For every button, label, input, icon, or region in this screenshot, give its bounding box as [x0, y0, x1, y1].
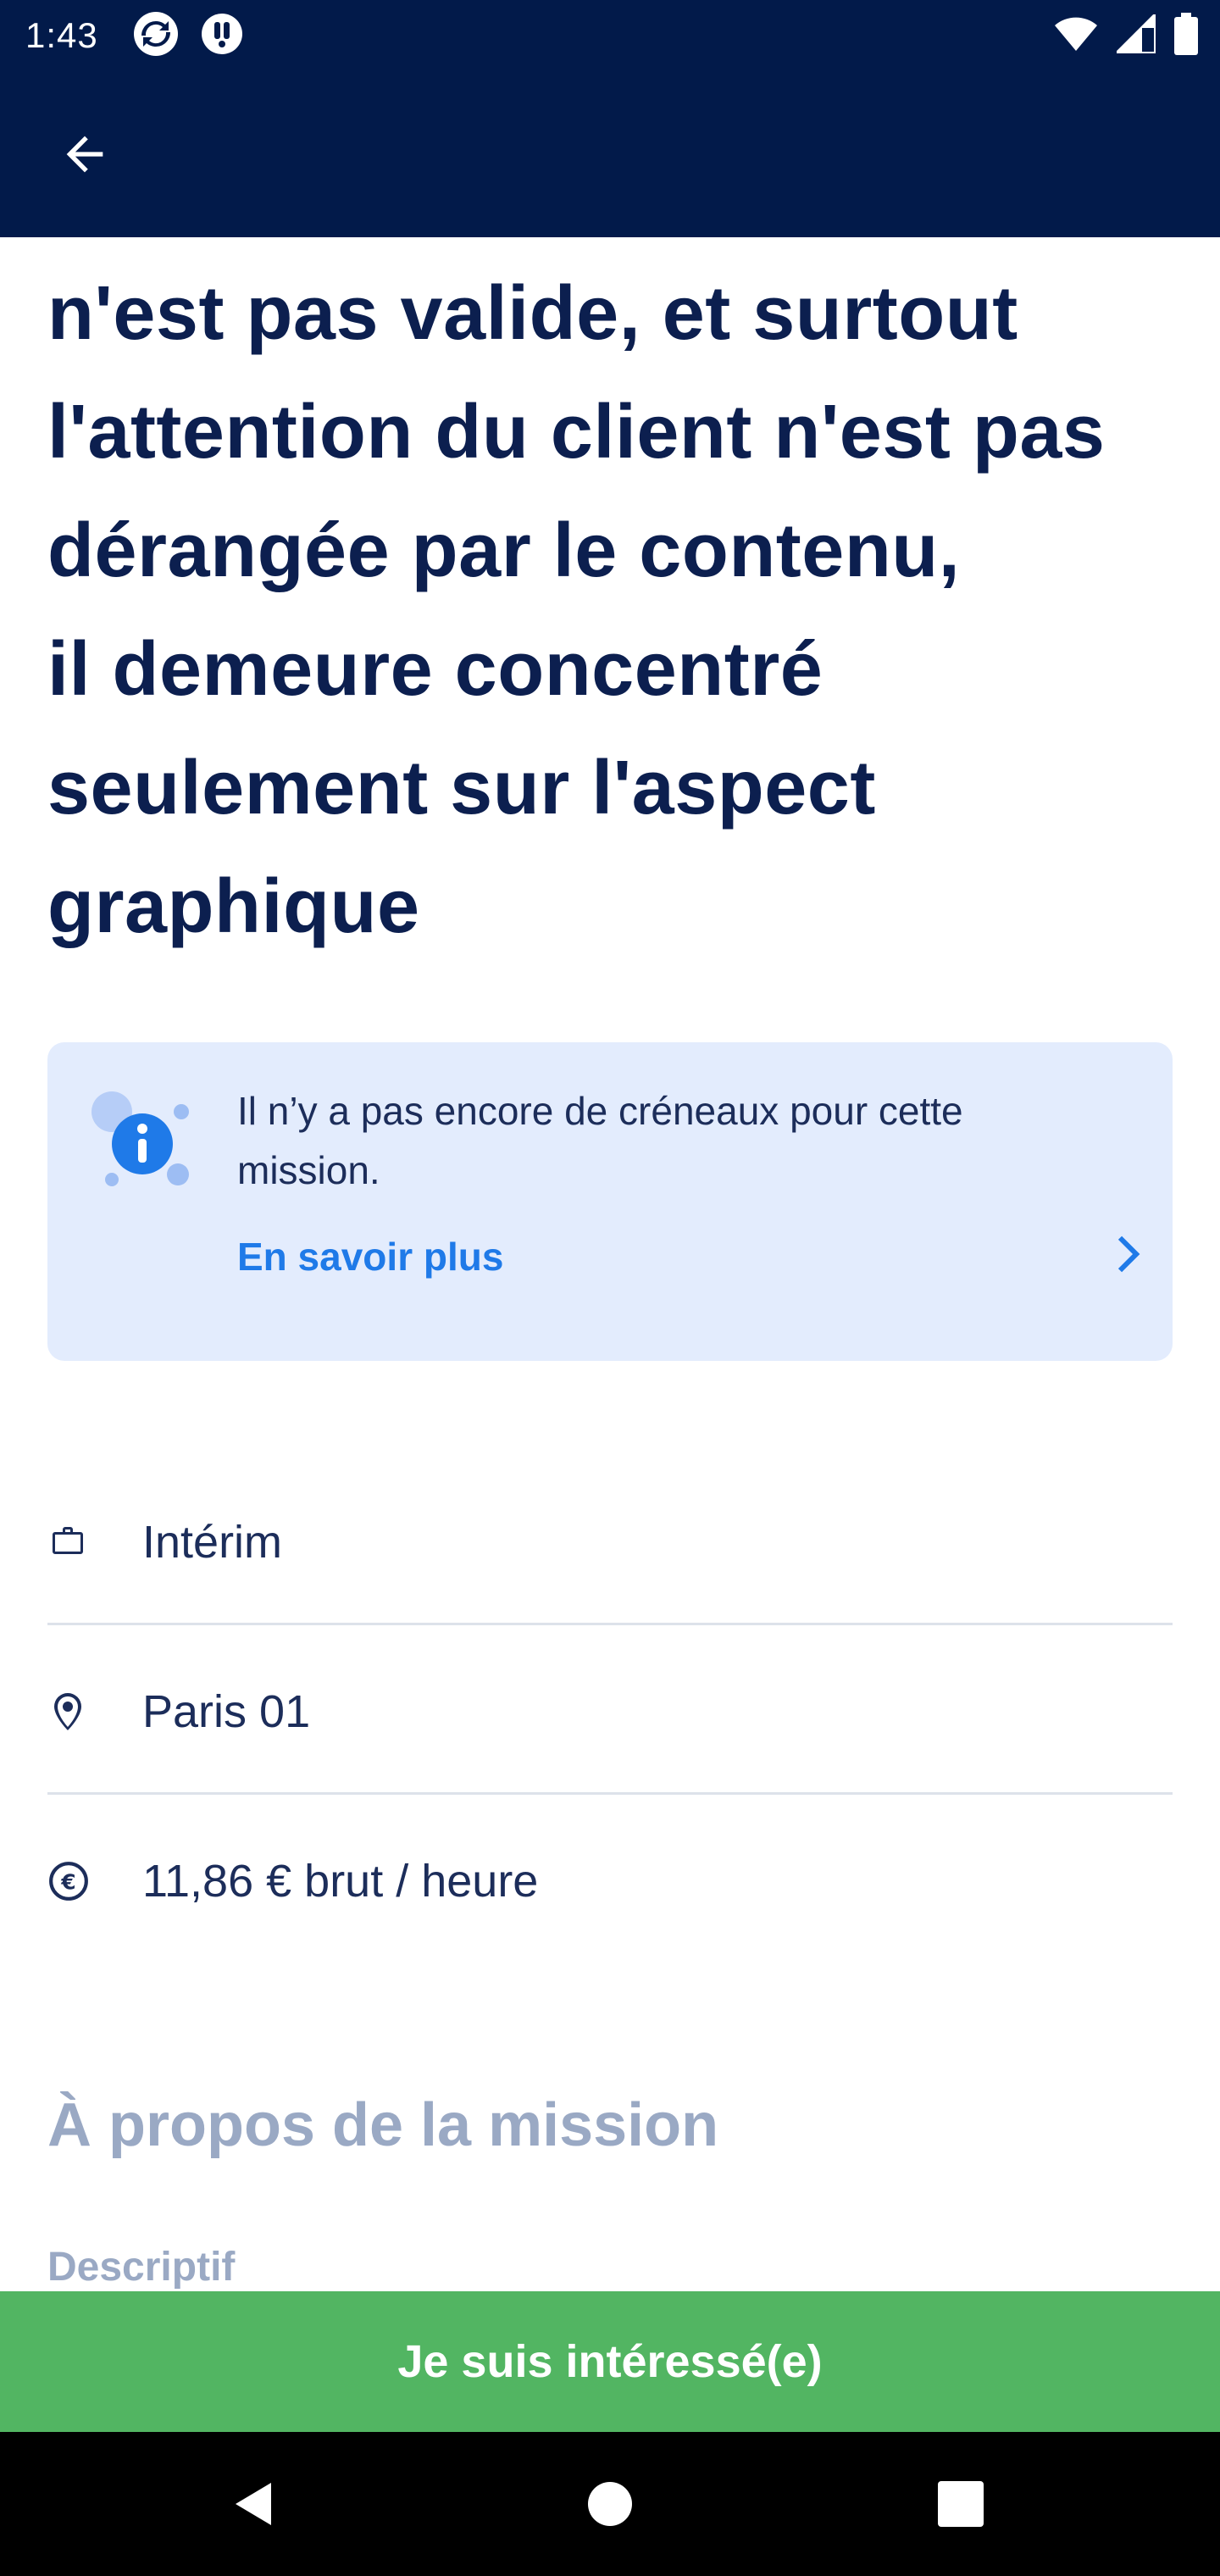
learn-more-link[interactable]: En savoir plus	[237, 1227, 503, 1286]
mission-title-line: il demeure concentré	[47, 627, 824, 712]
nav-home-icon	[588, 2482, 632, 2526]
info-message: Il n’y a pas encore de créneaux pour cet…	[237, 1089, 963, 1192]
wifi-icon	[1054, 15, 1098, 57]
status-bar: 1:43	[0, 0, 1220, 71]
salary-text: 11,86 € brut / heure	[142, 1856, 539, 1907]
mission-title-line: l'attention du client n'est pas	[47, 390, 1106, 475]
svg-text:€: €	[60, 1869, 75, 1894]
chevron-right-icon[interactable]	[1095, 1224, 1156, 1285]
mission-title-line: dérangée par le contenu,	[47, 508, 961, 593]
status-time: 1:43	[25, 15, 98, 55]
about-section-title: À propos de la mission	[47, 2091, 719, 2159]
mission-title-line: graphique	[47, 864, 420, 949]
nav-recents-button[interactable]	[918, 2462, 1003, 2546]
no-slots-info-card: Il n’y a pas encore de créneaux pour cet…	[47, 1042, 1173, 1361]
interested-button[interactable]: Je suis intéressé(e)	[0, 2291, 1220, 2432]
contract-type-text: Intérim	[142, 1517, 283, 1568]
contract-type-row: Intérim	[47, 1457, 1173, 1627]
nav-back-icon	[236, 2483, 271, 2525]
notification-app-icon	[200, 12, 244, 60]
app-bar	[0, 71, 1220, 237]
battery-icon	[1174, 12, 1198, 59]
location-row: Paris 01	[47, 1627, 1173, 1796]
arrow-back-icon	[66, 136, 103, 173]
status-app-icons	[132, 10, 244, 62]
location-text: Paris 01	[142, 1686, 311, 1737]
navigation-bar	[0, 2432, 1220, 2576]
signal-icon	[1114, 11, 1156, 58]
euro-icon: €	[47, 1796, 95, 1966]
mission-content[interactable]: n'est pas valide, et surtout l'attention…	[0, 237, 1220, 2291]
mission-title-line: seulement sur l'aspect	[47, 746, 876, 830]
divider	[47, 1792, 1173, 1795]
nav-recents-icon	[938, 2481, 984, 2527]
salary-row: € 11,86 € brut / heure	[47, 1796, 1173, 1966]
location-pin-icon	[47, 1627, 95, 1796]
divider	[47, 1623, 1173, 1625]
mission-title: n'est pas valide, et surtout l'attention…	[47, 254, 1183, 966]
briefcase-icon	[47, 1457, 95, 1627]
description-label: Descriptif	[47, 2245, 236, 2290]
nav-back-button[interactable]	[212, 2462, 297, 2546]
nav-home-button[interactable]	[568, 2462, 652, 2546]
mission-title-line: n'est pas valide, et surtout	[47, 271, 1018, 356]
info-icon	[86, 1086, 202, 1202]
status-indicators	[1054, 11, 1198, 59]
sync-app-icon	[132, 10, 180, 62]
back-button[interactable]	[44, 114, 125, 195]
